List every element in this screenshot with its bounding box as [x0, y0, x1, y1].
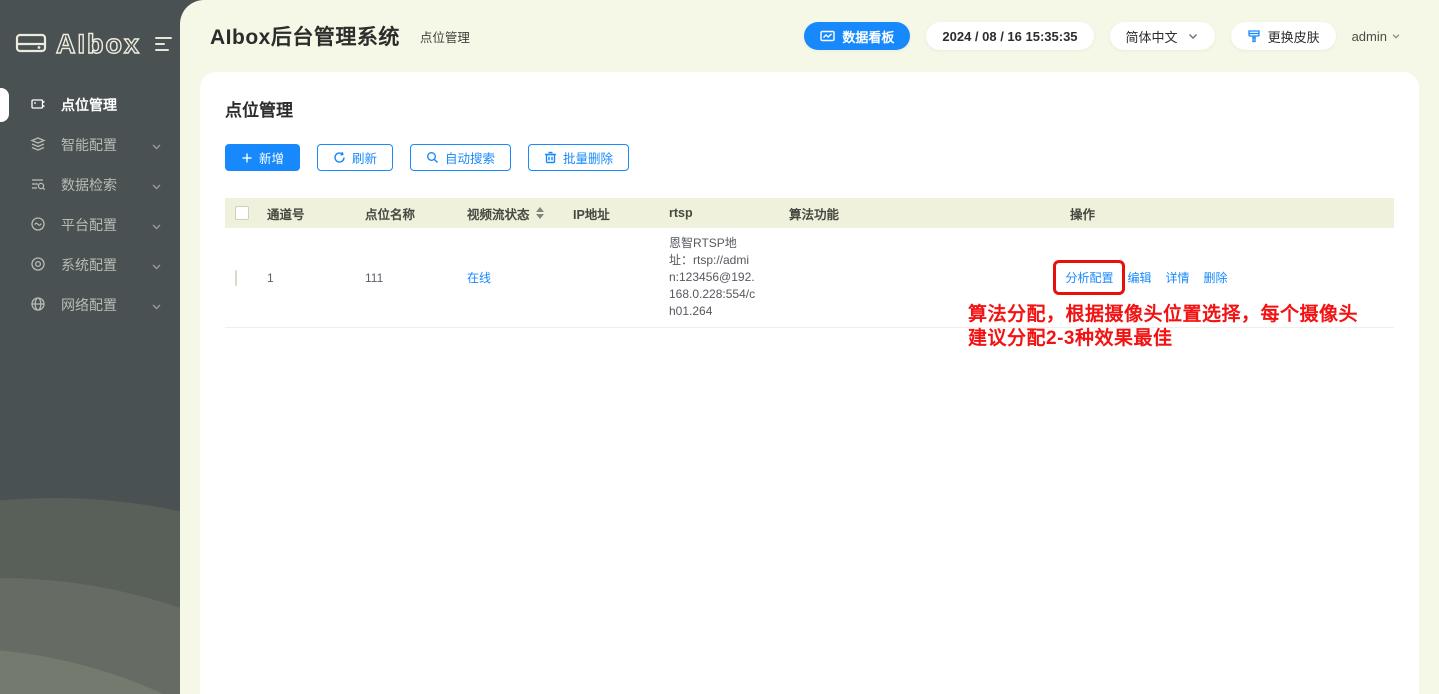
- annotation-highlight-box: 分析配置: [1053, 260, 1125, 295]
- name-cell: 111: [355, 271, 457, 285]
- column-header-algorithm: 算法功能: [779, 204, 949, 223]
- add-button[interactable]: 新增: [225, 144, 300, 171]
- annotation-text: 算法分配，根据摄像头位置选择，每个摄像头 建议分配2-3种效果最佳: [968, 303, 1358, 351]
- dashboard-button[interactable]: 数据看板: [804, 22, 910, 50]
- sidebar-item-smart-config[interactable]: 智能配置: [0, 125, 180, 165]
- sidebar-item-system-config[interactable]: 系统配置: [0, 245, 180, 285]
- search-list-icon: [30, 176, 46, 195]
- trash-icon: [544, 151, 557, 164]
- auto-search-button[interactable]: 自动搜索: [410, 144, 511, 171]
- change-skin-button[interactable]: 更换皮肤: [1231, 22, 1336, 50]
- sidebar-collapse-icon[interactable]: [155, 37, 172, 51]
- username: admin: [1352, 29, 1387, 44]
- sidebar-item-label: 平台配置: [61, 215, 117, 235]
- camera-icon: [30, 96, 46, 115]
- refresh-button-label: 刷新: [352, 148, 377, 167]
- language-label: 简体中文: [1126, 27, 1178, 46]
- sidebar-item-label: 点位管理: [61, 95, 117, 115]
- rtsp-cell: 恩智RTSP地址：rtsp://admin:123456@192.168.0.2…: [659, 235, 779, 320]
- details-link[interactable]: 详情: [1166, 269, 1190, 286]
- layers-icon: [30, 136, 46, 155]
- table-header-row: 通道号 点位名称 视频流状态 IP地址 rtsp 算法功能 操作: [225, 198, 1394, 228]
- chevron-down-icon: [151, 179, 162, 195]
- select-all-cell: [225, 206, 257, 220]
- dashboard-button-label: 数据看板: [842, 27, 894, 46]
- header-controls: 数据看板 2024 / 08 / 16 15:35:35 简体中文 更换皮肤 a…: [804, 0, 1401, 72]
- sort-icon[interactable]: [536, 207, 544, 219]
- column-header-name: 点位名称: [355, 204, 457, 223]
- column-header-channel: 通道号: [257, 204, 355, 223]
- sidebar-item-platform-config[interactable]: 平台配置: [0, 205, 180, 245]
- batch-delete-button[interactable]: 批量删除: [528, 144, 629, 171]
- add-button-label: 新增: [259, 148, 284, 167]
- refresh-icon: [333, 151, 346, 164]
- dashboard-icon: [820, 30, 835, 43]
- edit-link[interactable]: 编辑: [1127, 269, 1151, 286]
- annotation-line-1: 算法分配，根据摄像头位置选择，每个摄像头: [968, 303, 1358, 327]
- column-header-label: 视频流状态: [467, 204, 530, 223]
- skin-brush-icon: [1247, 29, 1261, 43]
- sidebar-item-label: 系统配置: [61, 255, 117, 275]
- rtsp-text: 恩智RTSP地址：rtsp://admin:123456@192.168.0.2…: [669, 235, 757, 320]
- row-checkbox[interactable]: [235, 270, 237, 286]
- sidebar-item-point-management[interactable]: 点位管理: [0, 85, 180, 125]
- top-header: AIbox后台管理系统 点位管理 数据看板 2024 / 08 / 16 15:…: [180, 0, 1439, 72]
- column-header-stream-status: 视频流状态: [457, 204, 563, 223]
- delete-link[interactable]: 删除: [1204, 269, 1228, 286]
- user-menu[interactable]: admin: [1352, 29, 1401, 44]
- platform-icon: [30, 216, 46, 235]
- batch-delete-button-label: 批量删除: [563, 148, 613, 167]
- chevron-down-icon: [151, 219, 162, 235]
- auto-search-button-label: 自动搜索: [445, 148, 495, 167]
- analysis-config-link[interactable]: 分析配置: [1065, 271, 1113, 285]
- logo-text: AIbox: [56, 29, 141, 60]
- actions-cell: 分析配置 编辑 详情 删除: [949, 260, 1394, 295]
- network-icon: [30, 296, 46, 315]
- datetime-text: 2024 / 08 / 16 15:35:35: [942, 29, 1077, 44]
- page-title: 点位管理: [225, 96, 1394, 121]
- logo: AIbox: [0, 0, 180, 66]
- change-skin-label: 更换皮肤: [1268, 27, 1320, 46]
- device-logo-icon: [14, 27, 48, 62]
- row-select-cell: [225, 271, 257, 285]
- chevron-down-icon: [151, 139, 162, 155]
- main-panel: 点位管理 新增 刷新 自动搜索: [200, 72, 1419, 694]
- refresh-button[interactable]: 刷新: [317, 144, 393, 171]
- stream-status-link[interactable]: 在线: [457, 269, 563, 286]
- sidebar-item-label: 智能配置: [61, 135, 117, 155]
- channel-cell: 1: [257, 271, 355, 285]
- chevron-down-icon: [151, 259, 162, 275]
- active-indicator: [0, 88, 9, 122]
- sidebar-nav: 点位管理 智能配置 数据检索 平台配置: [0, 85, 180, 325]
- column-header-actions: 操作: [949, 204, 1394, 223]
- sidebar-item-data-search[interactable]: 数据检索: [0, 165, 180, 205]
- app-title: AIbox后台管理系统: [210, 21, 400, 51]
- sidebar-item-label: 数据检索: [61, 175, 117, 195]
- plus-icon: [241, 152, 253, 164]
- chevron-down-icon: [151, 299, 162, 315]
- column-header-rtsp: rtsp: [659, 206, 779, 220]
- datetime-display: 2024 / 08 / 16 15:35:35: [926, 22, 1093, 50]
- chevron-down-icon: [1187, 30, 1199, 42]
- sidebar-item-label: 网络配置: [61, 295, 117, 315]
- sidebar-item-network-config[interactable]: 网络配置: [0, 285, 180, 325]
- system-icon: [30, 256, 46, 275]
- annotation-line-2: 建议分配2-3种效果最佳: [968, 327, 1358, 351]
- sidebar: AIbox 点位管理 智能配置 数据检索: [0, 0, 180, 694]
- search-icon: [426, 151, 439, 164]
- select-all-checkbox[interactable]: [235, 206, 249, 220]
- toolbar: 新增 刷新 自动搜索 批量删除: [225, 144, 1394, 171]
- language-selector[interactable]: 简体中文: [1110, 22, 1215, 50]
- chevron-down-icon: [1391, 31, 1401, 41]
- breadcrumb: 点位管理: [420, 27, 470, 46]
- column-header-ip: IP地址: [563, 204, 659, 223]
